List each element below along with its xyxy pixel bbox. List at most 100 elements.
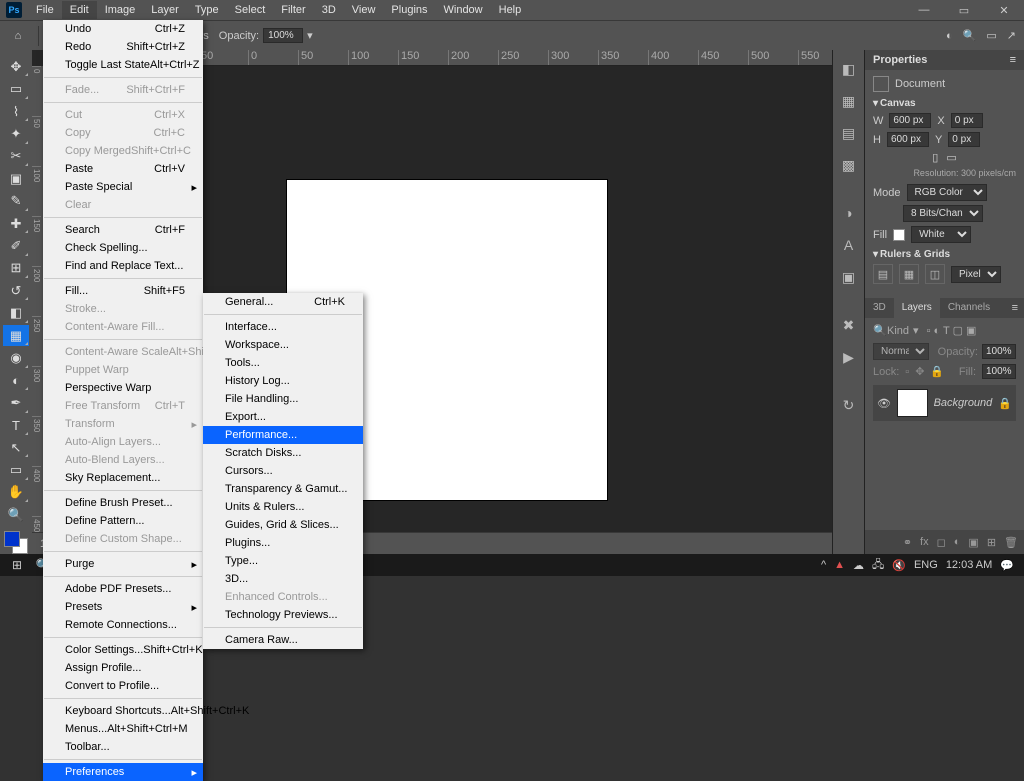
link-layers-icon[interactable]: ⚭ — [903, 536, 912, 549]
menu-item-history-log[interactable]: History Log... — [203, 372, 363, 390]
tab-channels[interactable]: Channels — [940, 298, 998, 318]
hand-tool[interactable]: ✋ — [3, 482, 29, 503]
menu-type[interactable]: Type — [187, 1, 227, 19]
menu-item-paste[interactable]: PasteCtrl+V — [43, 160, 203, 178]
opacity-dropdown-icon[interactable]: ▾ — [307, 29, 313, 42]
notifications-icon[interactable]: 💬 — [1000, 559, 1014, 572]
blend-mode-select[interactable]: Normal — [873, 343, 929, 360]
lock-position-icon[interactable]: ✥ — [915, 365, 924, 378]
adjustment-layer-icon[interactable]: ◐ — [954, 536, 961, 548]
eraser-tool[interactable]: ◧ — [3, 302, 29, 323]
landscape-icon[interactable]: ▭ — [946, 151, 956, 164]
menu-view[interactable]: View — [344, 1, 384, 19]
tray-volume-icon[interactable]: 🔇 — [892, 559, 906, 572]
color-mode-select[interactable]: RGB Color — [907, 184, 987, 201]
adjustments-panel-icon[interactable]: ◑ — [836, 200, 862, 226]
tray-onedrive-icon[interactable]: ☁ — [853, 559, 864, 572]
new-layer-icon[interactable]: ⊞ — [987, 536, 996, 549]
layer-style-icon[interactable]: fx — [920, 536, 929, 548]
tray-clock[interactable]: 12:03 AM — [946, 559, 992, 571]
move-tool[interactable]: ✥ — [3, 56, 29, 77]
grid-icon[interactable]: ▦ — [899, 264, 919, 284]
eyedropper-tool[interactable]: ✎ — [3, 190, 29, 211]
menu-item-find-and-replace-text[interactable]: Find and Replace Text... — [43, 257, 203, 275]
tray-network-icon[interactable]: 🖧 — [872, 556, 884, 575]
menu-3d[interactable]: 3D — [314, 1, 344, 19]
menu-item-purge[interactable]: Purge — [43, 555, 203, 573]
menu-item-workspace[interactable]: Workspace... — [203, 336, 363, 354]
menu-item-camera-raw[interactable]: Camera Raw... — [203, 631, 363, 649]
actions-panel-icon[interactable]: ▶ — [836, 344, 862, 370]
home-icon[interactable]: ⌂ — [8, 26, 28, 46]
marquee-tool[interactable]: ▭ — [3, 78, 29, 99]
panel-menu-icon[interactable]: ≡ — [1006, 298, 1024, 318]
menu-item-type[interactable]: Type... — [203, 552, 363, 570]
wand-tool[interactable]: ✦ — [3, 123, 29, 144]
menu-file[interactable]: File — [28, 1, 62, 19]
brush-tool[interactable]: ✐ — [3, 235, 29, 256]
dodge-tool[interactable]: ◐ — [3, 370, 29, 391]
brushes-panel-icon[interactable]: ✖ — [836, 312, 862, 338]
menu-item-adobe-pdf-presets[interactable]: Adobe PDF Presets... — [43, 580, 203, 598]
share-icon[interactable]: ↗ — [1007, 29, 1016, 42]
fill-select[interactable]: White — [911, 226, 971, 243]
close-button[interactable]: ✕ — [984, 0, 1024, 20]
lock-pixels-icon[interactable]: ▫ — [905, 366, 909, 378]
restore-button[interactable]: ▭ — [944, 0, 984, 20]
ruler-units-select[interactable]: Pixels — [951, 266, 1001, 283]
menu-item-check-spelling[interactable]: Check Spelling... — [43, 239, 203, 257]
menu-image[interactable]: Image — [97, 1, 144, 19]
menu-item-guides-grid-slices[interactable]: Guides, Grid & Slices... — [203, 516, 363, 534]
menu-item-perspective-warp[interactable]: Perspective Warp — [43, 379, 203, 397]
tray-alert-icon[interactable]: ▲ — [834, 559, 845, 571]
layer-name[interactable]: Background — [934, 397, 993, 409]
menu-plugins[interactable]: Plugins — [383, 1, 435, 19]
stamp-tool[interactable]: ⊞ — [3, 258, 29, 279]
pen-tool[interactable]: ✒ — [3, 392, 29, 413]
layer-background[interactable]: 👁 Background 🔒 — [873, 385, 1016, 421]
canvas-height-input[interactable] — [887, 132, 929, 147]
menu-window[interactable]: Window — [436, 1, 491, 19]
menu-item-cursors[interactable]: Cursors... — [203, 462, 363, 480]
menu-item-fill[interactable]: Fill...Shift+F5 — [43, 282, 203, 300]
portrait-icon[interactable]: ▯ — [932, 151, 938, 164]
menu-item-scratch-disks[interactable]: Scratch Disks... — [203, 444, 363, 462]
healing-tool[interactable]: ✚ — [3, 213, 29, 234]
color-swatches[interactable] — [4, 531, 28, 554]
guides-icon[interactable]: ◫ — [925, 264, 945, 284]
group-icon[interactable]: ▣ — [968, 536, 978, 549]
canvas-section-header[interactable]: Canvas — [873, 98, 1016, 109]
menu-filter[interactable]: Filter — [273, 1, 313, 19]
menu-layer[interactable]: Layer — [143, 1, 187, 19]
visibility-icon[interactable]: 👁 — [877, 397, 891, 410]
properties-panel-header[interactable]: Properties≡ — [865, 50, 1024, 70]
patterns-panel-icon[interactable]: ▩ — [836, 152, 862, 178]
menu-item-paste-special[interactable]: Paste Special — [43, 178, 203, 196]
history-panel-icon[interactable]: ↻ — [836, 392, 862, 418]
bit-depth-select[interactable]: 8 Bits/Channel — [903, 205, 983, 222]
menu-item-convert-to-profile[interactable]: Convert to Profile... — [43, 677, 203, 695]
menu-item-preferences[interactable]: Preferences — [43, 763, 203, 781]
menu-help[interactable]: Help — [491, 1, 530, 19]
menu-item-presets[interactable]: Presets — [43, 598, 203, 616]
lock-all-icon[interactable]: 🔒 — [930, 365, 944, 378]
minimize-button[interactable]: — — [904, 0, 944, 20]
menu-item-3d[interactable]: 3D... — [203, 570, 363, 588]
menu-item-file-handling[interactable]: File Handling... — [203, 390, 363, 408]
menu-item-general[interactable]: General...Ctrl+K — [203, 293, 363, 311]
libraries-panel-icon[interactable]: ▣ — [836, 264, 862, 290]
tab-layers[interactable]: Layers — [894, 298, 940, 318]
rulers-grids-header[interactable]: Rulers & Grids — [873, 249, 1016, 260]
menu-item-undo[interactable]: UndoCtrl+Z — [43, 20, 203, 38]
menu-item-units-rulers[interactable]: Units & Rulers... — [203, 498, 363, 516]
gradient-tool[interactable]: ▦ — [3, 325, 29, 346]
menu-item-menus[interactable]: Menus...Alt+Shift+Ctrl+M — [43, 720, 203, 738]
path-tool[interactable]: ↖ — [3, 437, 29, 458]
lock-icon[interactable]: 🔒 — [998, 397, 1012, 410]
canvas-y-input[interactable] — [948, 132, 980, 147]
zoom-tool[interactable]: 🔍 — [3, 504, 29, 525]
menu-item-tools[interactable]: Tools... — [203, 354, 363, 372]
canvas-x-input[interactable] — [951, 113, 983, 128]
delete-layer-icon[interactable]: 🗑 — [1004, 536, 1018, 549]
menu-edit[interactable]: Edit — [62, 1, 97, 19]
